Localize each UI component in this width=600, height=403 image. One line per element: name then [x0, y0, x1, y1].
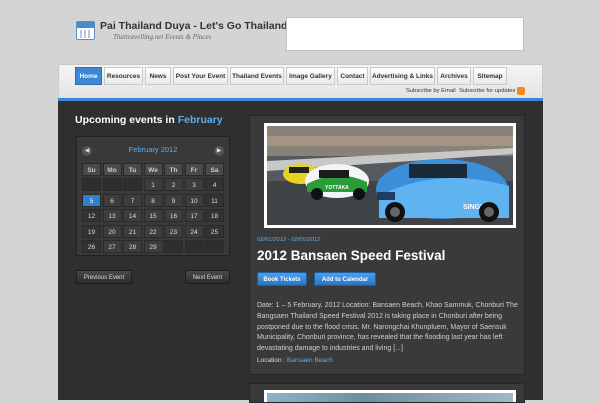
calendar-day[interactable]: 20 [102, 224, 122, 238]
calendar-day[interactable]: 16 [164, 209, 183, 223]
calendar-month-title: February 2012 [128, 145, 178, 154]
calendar-weekday: We [143, 163, 163, 176]
calendar-weekday: Fr [184, 163, 204, 176]
calendar-day[interactable]: 23 [164, 224, 183, 238]
calendar-day[interactable]: 2 [164, 178, 183, 192]
subscribe-email-link[interactable]: Subscribe by Email [406, 88, 456, 94]
nav-contact[interactable]: Contact [337, 67, 368, 85]
calendar-day[interactable]: 10 [184, 193, 204, 207]
calendar-day[interactable]: 6 [102, 193, 122, 207]
event-photo-2[interactable] [264, 390, 516, 402]
add-to-calendar-button[interactable]: Add to Calendar [314, 272, 376, 286]
calendar-day[interactable]: 5 [82, 193, 101, 207]
calendar-day[interactable]: 22 [143, 224, 163, 238]
calendar-day[interactable]: 9 [164, 193, 183, 207]
nav-archives[interactable]: Archives [437, 67, 471, 85]
calendar-icon [76, 21, 95, 40]
calendar-day[interactable]: 8 [143, 193, 163, 207]
calendar-weekday: Mo [102, 163, 122, 176]
calendar-day[interactable]: 15 [143, 209, 163, 223]
calendar-day[interactable]: 27 [102, 240, 122, 253]
book-tickets-button[interactable]: Book Tickets [257, 272, 307, 286]
heading-prefix: Upcoming events in [75, 114, 175, 126]
calendar-day[interactable]: 19 [82, 224, 101, 238]
nav-sitemap[interactable]: Sitemap [473, 67, 507, 85]
event-description: Date: 1 – 5 February, 2012 Location: Ban… [257, 302, 518, 353]
calendar-day[interactable]: 25 [205, 224, 224, 238]
heading-month: February [177, 114, 223, 126]
calendar-day[interactable]: 17 [184, 209, 204, 223]
calendar-empty-cell [164, 240, 183, 253]
calendar-day[interactable]: 1 [143, 178, 163, 192]
site-title[interactable]: Pai Thailand Duya - Let's Go Thailand [100, 20, 287, 32]
calendar-empty-cell [123, 178, 142, 192]
calendar-day[interactable]: 3 [184, 178, 204, 192]
calendar-day[interactable]: 12 [82, 209, 101, 223]
nav-thailand-events[interactable]: Thailand Events [230, 67, 284, 85]
calendar-day[interactable]: 29 [143, 240, 163, 253]
chevron-right-icon[interactable]: ▶ [214, 146, 224, 156]
calendar-day[interactable]: 21 [123, 224, 142, 238]
subscribe-updates-link[interactable]: Subscribe for updates [459, 88, 515, 94]
nav-image-gallery[interactable]: Image Gallery [286, 67, 335, 85]
next-event-button[interactable]: Next Event [185, 270, 230, 284]
nav-post-event[interactable]: Post Your Event [173, 67, 228, 85]
calendar-day[interactable]: 11 [205, 193, 224, 207]
event-location: Location : Bansaen Beach [257, 357, 333, 364]
nav-home[interactable]: Home [75, 67, 102, 85]
calendar-day[interactable]: 4 [205, 178, 224, 192]
calendar-header: ◀ February 2012 ▶ [77, 141, 229, 158]
rss-icon[interactable] [517, 87, 525, 95]
calendar-empty-cell [205, 240, 224, 253]
calendar-day[interactable]: 18 [205, 209, 224, 223]
calendar-weekday: Tu [123, 163, 142, 176]
calendar-day[interactable]: 24 [184, 224, 204, 238]
previous-event-button[interactable]: Previous Event [76, 270, 132, 284]
calendar-weekday: Th [164, 163, 183, 176]
photo-sponsor-left: YOTTAKA [325, 185, 349, 191]
calendar-weekday: Sa [205, 163, 224, 176]
nav-advertising-links[interactable]: Advertising & Links [370, 67, 435, 85]
event-photo[interactable]: YOTTAKA SINGHA [264, 123, 516, 228]
nav-resources[interactable]: Resources [104, 67, 143, 85]
calendar-day[interactable]: 13 [102, 209, 122, 223]
calendar-empty-cell [82, 178, 101, 192]
event-title[interactable]: 2012 Bansaen Speed Festival [257, 248, 445, 263]
calendar-day[interactable]: 14 [123, 209, 142, 223]
location-link[interactable]: Bansaen Beach [287, 357, 333, 364]
calendar-empty-cell [184, 240, 204, 253]
site-tagline: Thaitravelling.net Events & Places [113, 33, 212, 41]
upcoming-events-heading: Upcoming events in February [75, 114, 223, 126]
header-ad-box [286, 17, 524, 51]
event-date-range: 02/01/2012 - 02/05/2012 [257, 237, 321, 243]
calendar-day[interactable]: 28 [123, 240, 142, 253]
calendar-day[interactable]: 7 [123, 193, 142, 207]
calendar-day[interactable]: 26 [82, 240, 101, 253]
location-label: Location : [257, 357, 286, 364]
nav-news[interactable]: News [145, 67, 171, 85]
calendar-empty-cell [102, 178, 122, 192]
calendar-weekday: Su [82, 163, 101, 176]
